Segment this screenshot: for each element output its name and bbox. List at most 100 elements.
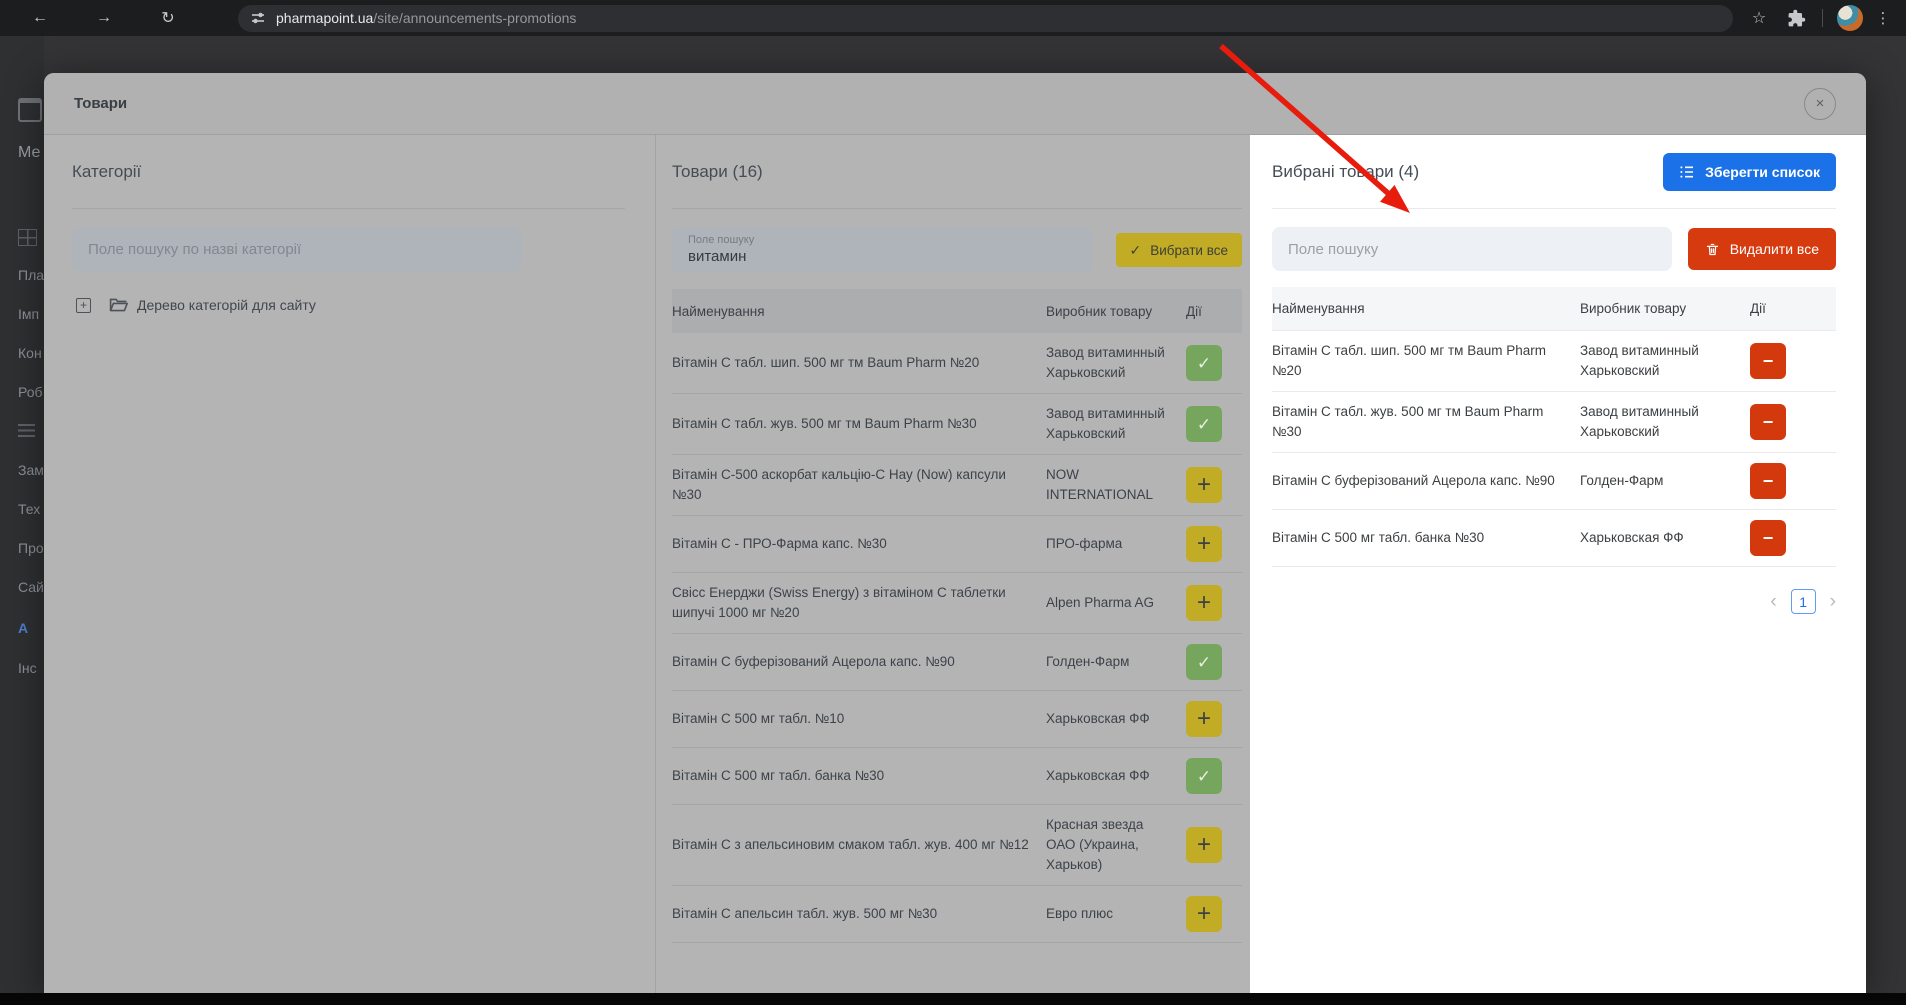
- next-page-icon[interactable]: ›: [1830, 591, 1836, 613]
- sidebar-item-fragment[interactable]: Інс: [18, 660, 37, 676]
- toggle-product-button[interactable]: + ✓: [1186, 585, 1222, 621]
- sidebar-item-fragment[interactable]: Кон: [18, 345, 42, 361]
- product-row: Вітамін С 500 мг табл. №10 Харьковская Ф…: [672, 691, 1242, 748]
- product-producer: Красная звезда ОАО (Украина, Харьков): [1046, 817, 1144, 872]
- browser-menu-icon[interactable]: ⋮: [1875, 9, 1891, 27]
- remove-product-button[interactable]: −: [1750, 404, 1786, 440]
- column-header-actions: Дії: [1186, 303, 1202, 319]
- toggle-product-button[interactable]: + ✓: [1186, 827, 1222, 863]
- plus-icon: +: [1196, 530, 1211, 557]
- extensions-icon[interactable]: [1787, 9, 1806, 28]
- toggle-product-button[interactable]: + ✓: [1186, 467, 1222, 503]
- product-name: Вітамін С буферізований Ацерола капс. №9…: [672, 654, 955, 669]
- remove-product-button[interactable]: −: [1750, 343, 1786, 379]
- selected-product-row: Вітамін С буферізований Ацерола капс. №9…: [1272, 453, 1836, 510]
- product-row: Вітамін С 500 мг табл. банка №30 Харьков…: [672, 748, 1242, 805]
- toggle-product-button[interactable]: + ✓: [1186, 526, 1222, 562]
- sidebar-item-fragment[interactable]: Ме: [18, 144, 40, 162]
- trash-icon: [1706, 243, 1718, 255]
- remove-product-button[interactable]: −: [1750, 463, 1786, 499]
- search-input-label: Поле пошуку: [688, 234, 755, 246]
- delete-all-label: Видалити все: [1729, 241, 1819, 257]
- sidebar-item-fragment[interactable]: [18, 229, 37, 246]
- remove-product-button[interactable]: −: [1750, 520, 1786, 556]
- expand-icon[interactable]: +: [76, 297, 91, 313]
- selected-search-input[interactable]: [1272, 227, 1672, 271]
- address-bar[interactable]: pharmapoint.ua/site/announcements-promot…: [238, 4, 1733, 32]
- tree-root-label: Дерево категорій для сайту: [137, 297, 316, 313]
- toggle-product-button[interactable]: + ✓: [1186, 345, 1222, 381]
- url-text: pharmapoint.ua/site/announcements-promot…: [276, 10, 577, 26]
- delete-all-button[interactable]: Видалити все: [1687, 228, 1836, 270]
- sidebar-item-fragment[interactable]: Зам: [18, 462, 44, 478]
- sidebar-item-fragment[interactable]: Про: [18, 540, 44, 556]
- sidebar-item-fragment[interactable]: А: [18, 620, 28, 636]
- product-name: Вітамін С-500 аскорбат кальцію-С Нау (No…: [672, 467, 1006, 502]
- selected-product-row: Вітамін С 500 мг табл. банка №30 Харьков…: [1272, 510, 1836, 567]
- product-name: Вітамін С табл. жув. 500 мг тм Baum Phar…: [672, 416, 977, 431]
- page-number[interactable]: 1: [1790, 589, 1816, 614]
- sidebar-item-fragment[interactable]: Пла: [18, 267, 44, 283]
- toolbar-divider: [1822, 9, 1823, 27]
- prev-page-icon[interactable]: ‹: [1770, 591, 1776, 613]
- product-search-input[interactable]: Поле пошуку витамин: [672, 227, 1092, 273]
- sidebar-item-fragment[interactable]: [18, 424, 35, 437]
- sidebar-item-fragment[interactable]: Сай: [18, 579, 44, 595]
- toggle-product-button[interactable]: + ✓: [1186, 896, 1222, 932]
- sidebar-item-fragment[interactable]: Роб: [18, 384, 43, 400]
- select-all-label: Вибрати все: [1150, 242, 1228, 258]
- product-row: Вітамін С табл. жув. 500 мг тм Baum Phar…: [672, 394, 1242, 455]
- toggle-product-button[interactable]: + ✓: [1186, 406, 1222, 442]
- bookmark-star-icon[interactable]: ☆: [1749, 8, 1769, 28]
- product-producer: ПРО-фарма: [1046, 536, 1123, 551]
- product-row: Вітамін С буферізований Ацерола капс. №9…: [672, 634, 1242, 691]
- forward-icon[interactable]: →: [92, 9, 116, 27]
- selected-product-row: Вітамін С табл. жув. 500 мг тм Baum Phar…: [1272, 392, 1836, 453]
- selected-products-panel: Вибрані товари (4) Зберегти список Видал: [1250, 135, 1866, 993]
- product-name: Вітамін С - ПРО-Фарма капс. №30: [672, 536, 887, 551]
- selected-table: Найменування Виробник товару Дії Вітамін…: [1272, 287, 1836, 614]
- product-producer: Харьковская ФФ: [1046, 768, 1150, 783]
- minus-icon: −: [1762, 412, 1774, 432]
- category-tree-root[interactable]: + Дерево категорій для сайту: [72, 297, 625, 313]
- select-all-button[interactable]: ✓ Вибрати все: [1115, 233, 1242, 267]
- profile-avatar[interactable]: [1837, 5, 1863, 31]
- search-input-value: витамин: [688, 248, 747, 265]
- sidebar-item-fragment[interactable]: [18, 98, 42, 122]
- table-header: Найменування Виробник товару Дії: [1272, 287, 1836, 331]
- minus-icon: −: [1762, 528, 1774, 548]
- browser-toolbar: ← → ↻ pharmapoint.ua/site/announcements-…: [0, 0, 1906, 36]
- check-icon: ✓: [1196, 652, 1212, 672]
- toggle-product-button[interactable]: + ✓: [1186, 644, 1222, 680]
- toggle-product-button[interactable]: + ✓: [1186, 758, 1222, 794]
- product-row: Вітамін С з апельсиновим смаком табл. жу…: [672, 805, 1242, 886]
- product-row: Вітамін С табл. шип. 500 мг тм Baum Phar…: [672, 333, 1242, 394]
- sidebar-item-fragment[interactable]: Тех: [18, 501, 40, 517]
- column-header-name: Найменування: [1272, 301, 1365, 316]
- sidebar-item-fragment[interactable]: Імп: [18, 306, 39, 322]
- divider: [72, 208, 625, 209]
- product-name: Вітамін С 500 мг табл. банка №30: [672, 768, 885, 783]
- back-icon[interactable]: ←: [28, 9, 52, 27]
- pagination: ‹ 1 ›: [1272, 589, 1836, 614]
- product-row: Вітамін С - ПРО-Фарма капс. №30 ПРО-фарм…: [672, 516, 1242, 573]
- toggle-product-button[interactable]: + ✓: [1186, 701, 1222, 737]
- plus-icon: +: [1196, 705, 1211, 732]
- site-info-icon[interactable]: [250, 10, 266, 26]
- product-name: Вітамін С 500 мг табл. №10: [672, 711, 845, 726]
- categories-panel: Категорії + Дерево категорій для сайту: [44, 135, 656, 993]
- product-producer: Евро плюс: [1046, 906, 1114, 921]
- selected-product-row: Вітамін С табл. шип. 500 мг тм Baum Phar…: [1272, 331, 1836, 392]
- check-icon: ✓: [1129, 241, 1142, 258]
- category-search-input[interactable]: [72, 227, 522, 271]
- product-producer: Голден-Фарм: [1046, 654, 1130, 669]
- product-name: Вітамін С табл. жув. 500 мг тм Baum Phar…: [1272, 404, 1544, 439]
- save-list-button[interactable]: Зберегти список: [1663, 152, 1836, 191]
- selected-heading: Вибрані товари (4): [1272, 161, 1420, 181]
- check-icon: ✓: [1196, 414, 1212, 434]
- products-modal: Товари × Категорії + Дерево категорій дл…: [44, 73, 1866, 993]
- plus-icon: +: [1196, 471, 1211, 498]
- close-button[interactable]: ×: [1804, 87, 1836, 120]
- product-producer: Харьковская ФФ: [1046, 711, 1150, 726]
- reload-icon[interactable]: ↻: [156, 8, 180, 28]
